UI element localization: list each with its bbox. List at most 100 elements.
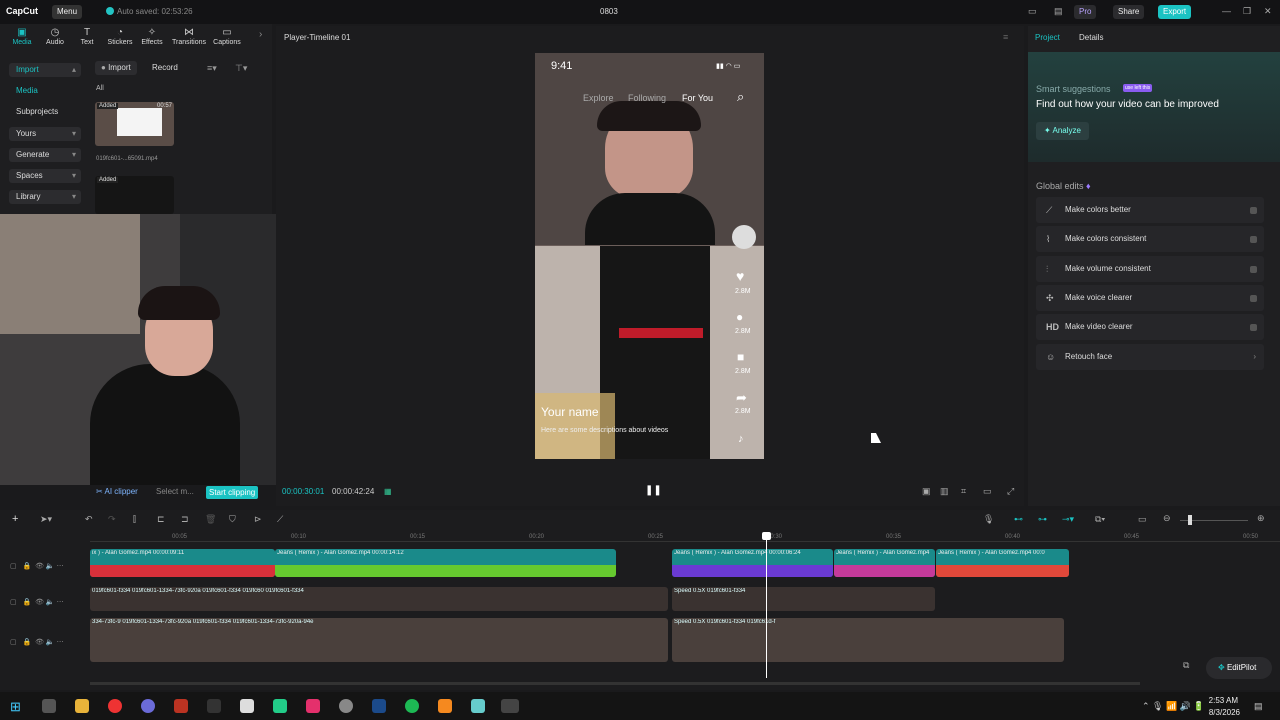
magic-icon[interactable]: ⟋: [277, 514, 283, 525]
heart-icon[interactable]: ♥: [736, 268, 744, 284]
snap-icon[interactable]: ⊶: [1038, 514, 1047, 525]
soundcloud-icon[interactable]: [438, 699, 452, 713]
zoom-handle[interactable]: [1188, 515, 1192, 525]
edit-make-volume-consistent[interactable]: ⫶ Make volume consistent: [1036, 256, 1264, 282]
chevron-right-icon[interactable]: ›: [259, 29, 262, 40]
ai-clipper-label[interactable]: ✂ AI clipper: [96, 487, 138, 496]
video-preview[interactable]: [535, 53, 764, 459]
lock-icon[interactable]: 🔒: [22, 563, 31, 570]
tab-details[interactable]: Details: [1079, 33, 1103, 42]
mic-icon[interactable]: 🎙: [983, 514, 994, 525]
nav-following[interactable]: Following: [628, 93, 666, 103]
add-icon[interactable]: +: [12, 513, 18, 525]
epic-games-icon[interactable]: [207, 699, 221, 713]
notepad-icon[interactable]: [471, 699, 485, 713]
nav-explore[interactable]: Explore: [583, 93, 614, 103]
shield-icon[interactable]: ⛉: [229, 514, 236, 525]
lock-icon[interactable]: 🔒: [22, 639, 31, 646]
system-tray-icons[interactable]: ⌃ 🎙 📶 🔊 🔋: [1142, 701, 1205, 712]
app-icon[interactable]: [273, 699, 287, 713]
timeline-clip[interactable]: Jeans ( Remix ) - Alan Gomez.mp4 00:00:1…: [275, 549, 616, 577]
comment-icon[interactable]: ●: [736, 310, 743, 324]
sidebar-item-import[interactable]: Import ▴: [9, 63, 81, 77]
more-icon[interactable]: ⋯: [57, 639, 64, 646]
playhead[interactable]: [766, 533, 767, 678]
panel-icon[interactable]: ▤: [1054, 6, 1063, 17]
nav-for-you[interactable]: For You: [682, 93, 713, 103]
clipper-select-input[interactable]: Select m...: [156, 487, 194, 496]
eye-icon[interactable]: 👁: [35, 599, 44, 606]
speaker-icon[interactable]: 🔈: [46, 599, 55, 606]
pro-button[interactable]: Pro: [1074, 5, 1097, 19]
redo-icon[interactable]: ↷: [108, 514, 116, 525]
checkbox-icon[interactable]: ▢: [10, 599, 17, 606]
timeline-clip[interactable]: Jeans ( Remix ) - Alan Gomez.mp4 00:0: [936, 549, 1069, 577]
share-icon[interactable]: ➦: [736, 390, 747, 406]
edit-make-colors-better[interactable]: ⟋ Make colors better: [1036, 197, 1264, 223]
ratio-icon[interactable]: ▭: [983, 486, 992, 497]
media-thumbnail[interactable]: Added: [95, 176, 174, 214]
timeline-clip[interactable]: Jeans ( Remix ) - Alan Gomez.mp4 00:00:0…: [672, 549, 833, 577]
eye-icon[interactable]: 👁: [35, 563, 44, 570]
eye-icon[interactable]: 👁: [35, 639, 44, 646]
zoom-out-icon[interactable]: ⊖: [1163, 513, 1171, 524]
avatar[interactable]: [732, 225, 756, 249]
timeline-clip[interactable]: ix ) - Alan Gomez.mp4 00:00:09:11: [90, 549, 275, 577]
obs-icon[interactable]: [339, 699, 353, 713]
tiktok-icon[interactable]: [306, 699, 320, 713]
timeline-clip[interactable]: Speed 0.5X 019fc601-f334: [672, 587, 935, 611]
share-button[interactable]: Share: [1113, 5, 1145, 19]
zoom-in-icon[interactable]: ⊕: [1257, 513, 1265, 524]
trim-left-icon[interactable]: ⊏: [157, 514, 165, 525]
tab-media[interactable]: ▣ Media: [5, 27, 39, 46]
toggle[interactable]: [1250, 266, 1257, 273]
sidebar-item-generate[interactable]: Generate ▾: [9, 148, 81, 162]
timeline-clip[interactable]: 019fc601-f334 019fc601-1334-73fc-920a 01…: [90, 587, 668, 611]
preview-axis-icon[interactable]: ⧉▾: [1095, 514, 1105, 525]
tab-effects[interactable]: ✧ Effects: [135, 27, 169, 46]
timeline-clip[interactable]: 334-73fc-9 019fc601-1334-73fc-920a 019fc…: [90, 618, 668, 662]
crop-icon[interactable]: ⌗: [961, 486, 966, 497]
editpilot-button[interactable]: ✥ EditPilot: [1206, 657, 1272, 679]
bookmark-icon[interactable]: ■: [737, 350, 744, 364]
start-clipping-button[interactable]: Start clipping: [206, 486, 259, 499]
player-menu-icon[interactable]: ≡: [1003, 32, 1008, 42]
maximize-icon[interactable]: ❐: [1243, 6, 1251, 17]
delete-icon[interactable]: 🗑: [205, 514, 216, 525]
tab-stickers[interactable]: ◔ Stickers: [103, 27, 137, 46]
close-icon[interactable]: ✕: [1264, 6, 1272, 17]
spotify-icon[interactable]: [405, 699, 419, 713]
analyze-button[interactable]: ✦ Analyze: [1036, 122, 1089, 140]
lock-icon[interactable]: 🔒: [22, 599, 31, 606]
edit-make-colors-consistent[interactable]: ⌇ Make colors consistent: [1036, 226, 1264, 252]
toggle[interactable]: [1250, 236, 1257, 243]
tab-audio[interactable]: ◷ Audio: [38, 27, 72, 46]
feedback-icon[interactable]: ⧉: [1183, 660, 1189, 671]
minimize-icon[interactable]: —: [1222, 6, 1231, 16]
timeline-clip[interactable]: Jeans ( Remix ) - Alan Gomez.mp4: [834, 549, 935, 577]
trim-right-icon[interactable]: ⊐: [181, 514, 189, 525]
record-button[interactable]: Record: [146, 61, 184, 75]
pause-icon[interactable]: ❚❚: [645, 485, 662, 496]
checkbox-icon[interactable]: ▢: [10, 563, 17, 570]
export-button[interactable]: Export: [1158, 5, 1192, 19]
more-icon[interactable]: ⋯: [57, 599, 64, 606]
tab-captions[interactable]: ▭ Captions: [210, 27, 244, 46]
tab-transitions[interactable]: ⋈ Transitions: [172, 27, 206, 46]
split-icon[interactable]: ⫿: [133, 514, 136, 525]
capcut-icon[interactable]: [240, 699, 254, 713]
import-button[interactable]: ● Import: [95, 61, 137, 75]
captions-toggle-icon[interactable]: ▭: [1138, 514, 1147, 525]
speaker-icon[interactable]: 🔈: [46, 639, 55, 646]
edit-make-video-clearer[interactable]: HD Make video clearer: [1036, 314, 1264, 340]
discord-icon[interactable]: [141, 699, 155, 713]
speaker-icon[interactable]: 🔈: [46, 563, 55, 570]
tab-project[interactable]: Project: [1035, 33, 1060, 42]
search-icon[interactable]: ⌕: [737, 89, 744, 105]
grid-icon[interactable]: ▦: [384, 487, 392, 496]
sidebar-item-subprojects[interactable]: Subprojects: [9, 105, 81, 119]
more-icon[interactable]: ⋯: [57, 563, 64, 570]
chrome-icon[interactable]: [108, 699, 122, 713]
timeline-scrollbar[interactable]: [90, 682, 1140, 685]
fullscreen-icon[interactable]: ⤢: [1007, 486, 1014, 497]
